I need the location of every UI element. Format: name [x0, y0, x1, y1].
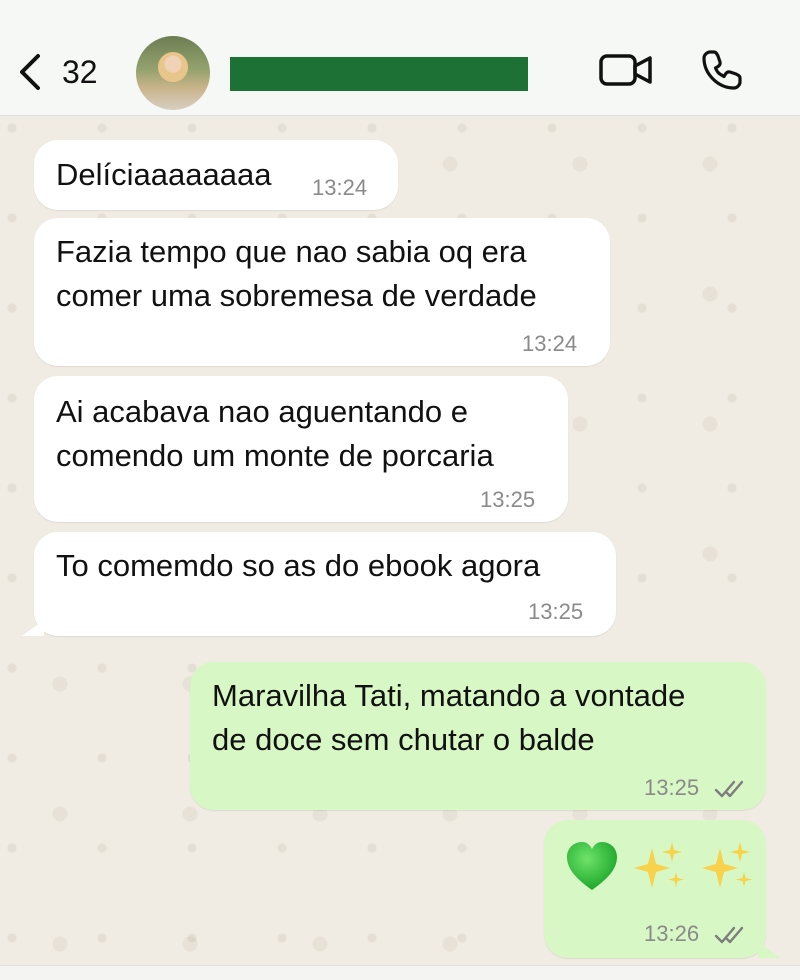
- chat-area[interactable]: Delíciaaaaaaaa 13:24 Fazia tempo que nao…: [0, 116, 800, 980]
- message-text: Fazia tempo que nao sabia oq era comer u…: [56, 234, 537, 313]
- incoming-message[interactable]: To comemdo so as do ebook agora 13:25: [34, 532, 616, 636]
- chat-header: 32: [0, 0, 800, 116]
- message-text: To comemdo so as do ebook agora: [56, 548, 541, 583]
- phone-call-icon[interactable]: [700, 48, 744, 92]
- green-heart-icon: [567, 842, 617, 890]
- message-time: 13:25: [644, 775, 700, 800]
- read-receipt-icon: [714, 926, 744, 944]
- bubble-tail: [22, 620, 44, 636]
- bubble-tail: [758, 942, 780, 958]
- message-time: 13:26: [644, 921, 700, 946]
- incoming-message[interactable]: Fazia tempo que nao sabia oq era comer u…: [34, 218, 610, 366]
- contact-name[interactable]: [230, 57, 528, 91]
- emoji-row: [564, 838, 756, 894]
- input-bar-edge: [0, 965, 800, 980]
- message-text: Ai acabava nao aguentando e comendo um m…: [56, 394, 494, 473]
- message-time: 13:25: [528, 599, 584, 624]
- sparkles-icon: [634, 842, 684, 888]
- outgoing-message[interactable]: Maravilha Tati, matando a vontade de doc…: [190, 662, 766, 810]
- avatar[interactable]: [136, 36, 210, 110]
- read-receipt-icon: [714, 780, 744, 798]
- outgoing-message[interactable]: 13:26: [544, 820, 766, 958]
- incoming-message[interactable]: Ai acabava nao aguentando e comendo um m…: [34, 376, 568, 522]
- unread-count[interactable]: 32: [62, 56, 98, 88]
- back-icon[interactable]: [16, 52, 46, 92]
- message-text: Maravilha Tati, matando a vontade de doc…: [212, 678, 686, 757]
- sparkles-icon: [702, 842, 752, 888]
- incoming-message[interactable]: Delíciaaaaaaaa 13:24: [34, 140, 398, 210]
- video-call-icon[interactable]: [598, 50, 654, 90]
- message-time: 13:24: [522, 331, 578, 356]
- message-time: 13:25: [480, 487, 536, 512]
- message-time: 13:24: [312, 175, 368, 200]
